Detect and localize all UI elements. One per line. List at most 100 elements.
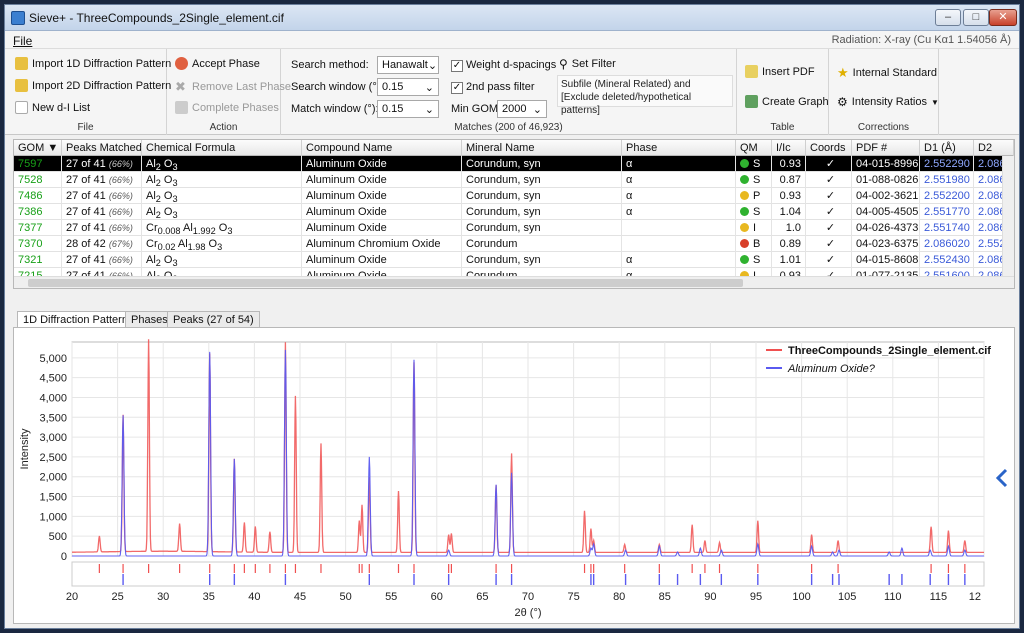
x-tick-label: 30	[157, 591, 169, 603]
search-method-select[interactable]: Hanawalt ⌄	[377, 56, 439, 74]
tab-1d-patterns[interactable]: 1D Diffraction Patterns	[17, 311, 140, 327]
cell-peaks-matched: 27 of 41 (66%)	[62, 188, 142, 204]
x-tick-label: 70	[522, 591, 534, 603]
table-row[interactable]: 7486 27 of 41 (66%) Al2 O3 Aluminum Oxide Co…	[14, 188, 1014, 204]
menu-file[interactable]: File	[13, 34, 32, 48]
new-di-list-button[interactable]: New d-I List	[15, 101, 90, 114]
x-tick-label: 95	[750, 591, 762, 603]
search-window-select[interactable]: 0.15 ⌄	[377, 78, 439, 96]
insert-pdf-icon	[745, 65, 758, 78]
table-row[interactable]: 7528 27 of 41 (66%) Al2 O3 Aluminum Oxide Co…	[14, 172, 1014, 188]
chevron-down-icon: ⌄	[424, 103, 434, 116]
cell-phase: α	[622, 252, 736, 268]
x-tick-label: 12	[969, 591, 981, 603]
col-phase[interactable]: Phase	[622, 140, 736, 156]
import-2d-button[interactable]: Import 2D Diffraction Pattern	[15, 79, 171, 92]
col-coords[interactable]: Coords	[806, 140, 852, 156]
min-gom-select[interactable]: 2000 ⌄	[497, 100, 547, 118]
cell-chemical-formula: Al2 O3	[142, 156, 302, 172]
y-tick-label: 2,000	[39, 472, 67, 484]
cell-phase: α	[622, 188, 736, 204]
col-mineral-name[interactable]: Mineral Name	[462, 140, 622, 156]
cell-d1: 2.551740	[920, 220, 974, 236]
x-tick-label: 105	[838, 591, 856, 603]
checkbox-checked-icon: ✓	[451, 60, 463, 72]
cell-mineral-name: Corundum, syn	[462, 156, 622, 172]
cell-pdf: 04-023-6375	[852, 236, 920, 252]
cell-compound-name: Aluminum Oxide	[302, 204, 462, 220]
cell-coords: ✓	[806, 220, 852, 236]
col-d2[interactable]: D2	[974, 140, 1014, 156]
col-peaks-matched[interactable]: Peaks Matched	[62, 140, 142, 156]
y-tick-label: 3,000	[39, 432, 67, 444]
cell-d1: 2.551980	[920, 172, 974, 188]
cell-qm: P	[736, 188, 772, 204]
cell-coords: ✓	[806, 252, 852, 268]
cell-phase: α	[622, 156, 736, 172]
gear-icon: ⚙	[837, 95, 848, 109]
insert-pdf-button[interactable]: Insert PDF	[745, 65, 815, 78]
table-group-label: Table	[770, 122, 795, 133]
col-iic[interactable]: I/Ic	[772, 140, 806, 156]
intensity-ratios-button[interactable]: ⚙ Intensity Ratios ▼	[837, 95, 939, 109]
weight-dspacings-checkbox[interactable]: ✓ Weight d-spacings	[451, 59, 556, 72]
set-filter-button[interactable]: ⚲ Set Filter	[559, 57, 616, 71]
close-button[interactable]: ✕	[989, 9, 1017, 26]
x-tick-label: 20	[66, 591, 78, 603]
cell-coords: ✓	[806, 204, 852, 220]
scroll-thumb[interactable]	[28, 279, 743, 287]
col-qm[interactable]: QM	[736, 140, 772, 156]
cell-qm: I	[736, 220, 772, 236]
new-document-icon	[15, 101, 28, 114]
cell-compound-name: Aluminum Chromium Oxide	[302, 236, 462, 252]
create-graph-button[interactable]: Create Graph	[745, 95, 829, 108]
second-pass-checkbox[interactable]: ✓ 2nd pass filter	[451, 81, 534, 94]
cell-pdf: 04-015-8608	[852, 252, 920, 268]
cell-chemical-formula: Al2 O3	[142, 188, 302, 204]
tab-peaks[interactable]: Peaks (27 of 54)	[167, 311, 260, 327]
match-window-label: Match window (°):	[291, 103, 379, 115]
file-group: Import 1D Diffraction Pattern Import 2D …	[5, 49, 171, 135]
col-d1[interactable]: D1 (Å)	[920, 140, 974, 156]
table-row[interactable]: 7386 27 of 41 (66%) Al2 O3 Aluminum Oxide Co…	[14, 204, 1014, 220]
table-row[interactable]: 7377 27 of 41 (66%) Cr0.008 Al1.992 O3 Alum…	[14, 220, 1014, 236]
search-window-label: Search window (°):	[291, 81, 384, 93]
legend-label: Aluminum Oxide?	[787, 363, 876, 375]
col-chemical-formula[interactable]: Chemical Formula	[142, 140, 302, 156]
cell-d1: 2.552430	[920, 252, 974, 268]
complete-icon	[175, 101, 188, 114]
accept-phase-button[interactable]: Accept Phase	[175, 57, 260, 70]
cell-chemical-formula: Al2 O3	[142, 252, 302, 268]
match-window-select[interactable]: 0.15 ⌄	[377, 100, 439, 118]
diffraction-chart[interactable]: 20 25 30 35 40 45 50 55 60 65 70 75 80 85 90 95 100 105 11…	[14, 328, 1014, 623]
cell-phase	[622, 236, 736, 252]
x-axis-label: 2θ (°)	[514, 607, 541, 619]
cell-chemical-formula: Cr0.008 Al1.992 O3	[142, 220, 302, 236]
table-row[interactable]: 7370 28 of 42 (67%) Cr0.02 Al1.98 O3 Alumin…	[14, 236, 1014, 252]
cell-iic: 0.93	[772, 156, 806, 172]
cell-gom: 7370	[14, 236, 62, 252]
vertical-scrollbar[interactable]	[1002, 156, 1014, 276]
table-row[interactable]: 7321 27 of 41 (66%) Al2 O3 Aluminum Oxide Co…	[14, 252, 1014, 268]
title-bar: Sieve+ - ThreeCompounds_2Single_element.…	[5, 5, 1019, 31]
x-tick-label: 110	[884, 591, 902, 603]
col-compound-name[interactable]: Compound Name	[302, 140, 462, 156]
horizontal-scrollbar[interactable]	[14, 276, 1014, 288]
col-gom[interactable]: GOM ▼	[14, 140, 62, 156]
diffraction-chart-panel: 20 25 30 35 40 45 50 55 60 65 70 75 80 85 90 95 100 105 11…	[13, 327, 1015, 624]
cell-mineral-name: Corundum	[462, 236, 622, 252]
col-pdf[interactable]: PDF #	[852, 140, 920, 156]
cell-chemical-formula: Al2 O3	[142, 204, 302, 220]
complete-phases-button[interactable]: Complete Phases	[175, 101, 279, 114]
minimize-button[interactable]: –	[935, 9, 961, 26]
remove-last-phase-button[interactable]: ✖ Remove Last Phase	[175, 79, 291, 95]
maximize-button[interactable]: □	[963, 9, 989, 26]
collapse-arrow-icon[interactable]	[995, 468, 1008, 488]
file-group-label: File	[77, 122, 94, 133]
import-1d-button[interactable]: Import 1D Diffraction Pattern	[15, 57, 171, 70]
cell-pdf: 04-015-8996	[852, 156, 920, 172]
internal-standard-button[interactable]: ★ Internal Standard	[837, 65, 937, 81]
table-row[interactable]: 7597 27 of 41 (66%) Al2 O3 Aluminum Oxide Co…	[14, 156, 1014, 172]
cell-d1: 2.552290	[920, 156, 974, 172]
menu-bar: File Radiation: X-ray (Cu Kα1 1.54056 Å)	[5, 31, 1019, 49]
